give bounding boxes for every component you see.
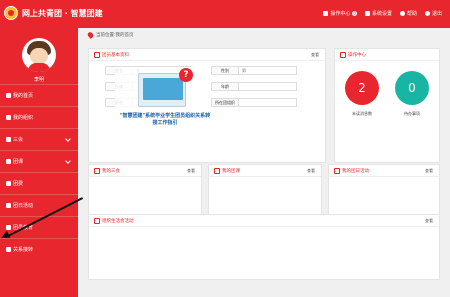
sidebar-item-label: 我的首页 <box>13 93 34 99</box>
home-icon <box>6 93 11 98</box>
field-label: 性别 <box>211 66 239 75</box>
sidebar-item-relation-transfer[interactable]: 关系接转 <box>0 238 78 260</box>
book-icon <box>214 168 220 174</box>
sidebar-item-label: 团课 <box>13 159 24 165</box>
nav-system-settings[interactable]: 系统设置 <box>364 10 392 17</box>
todo-label: 待办事项 <box>404 111 420 116</box>
view-more-link[interactable]: 查看 <box>425 168 433 174</box>
username: 李明 <box>33 77 44 83</box>
panel-title: 操作中心 <box>348 53 366 58</box>
todo-stat[interactable]: 0 <box>395 71 429 105</box>
panel-title: 我的团日活动 <box>342 169 369 174</box>
member-info-panel: 团员基本资料 查看 姓名 李 性别 男 民族 年龄 职业 所在 <box>88 48 326 163</box>
sidebar-item-organization[interactable]: 我的组织 <box>0 106 78 128</box>
org-life-panel: 组织生活会活动 查看 <box>88 214 440 280</box>
gear-icon <box>364 11 370 16</box>
nav-logout[interactable]: 退出 <box>424 10 442 17</box>
field-label: 年龄 <box>211 82 239 91</box>
sidebar-item-team-class[interactable]: 团课 <box>0 150 78 172</box>
sidebar-item-home[interactable]: 我的首页 <box>0 84 78 106</box>
breadcrumb: 当前位置:我的首页 <box>86 31 134 39</box>
top-nav: 操作中心 0 系统设置 帮助 退出 <box>323 10 442 17</box>
sidebar-item-label: 团日活动 <box>13 203 34 209</box>
view-more-link[interactable]: 查看 <box>425 218 433 224</box>
nav-system-settings-label: 系统设置 <box>371 11 392 17</box>
view-more-link[interactable]: 查看 <box>311 52 319 58</box>
id-card-icon <box>94 52 100 58</box>
guide-overlay[interactable]: "智慧团建"系统毕业学生团员组织关系转接工作指引 <box>115 67 211 143</box>
flag-icon <box>6 203 11 208</box>
power-icon <box>424 11 430 16</box>
league-logo-icon <box>4 6 18 20</box>
graduation-cap-icon <box>6 225 11 230</box>
money-icon <box>6 181 11 186</box>
calendar-icon <box>94 168 100 174</box>
sidebar-item-label: 团费 <box>13 181 24 187</box>
sidebar-item-fees[interactable]: 团费 <box>0 172 78 194</box>
view-more-link[interactable]: 查看 <box>307 168 315 174</box>
main-content: 当前位置:我的首页 团员基本资料 查看 姓名 李 性别 男 民族 年龄 <box>78 28 450 297</box>
sidebar-item-three-meetings[interactable]: 三会 <box>0 128 78 150</box>
field-value: 男 <box>239 66 297 75</box>
chevron-down-icon <box>65 136 71 142</box>
top-bar: 网上共青团 · 智慧团建 操作中心 0 系统设置 帮助 退出 <box>0 0 450 28</box>
location-pin-icon <box>86 31 95 39</box>
panel-title: 我的三会 <box>102 169 120 174</box>
field-label: 所在团组织 <box>211 98 239 107</box>
nav-help[interactable]: 帮助 <box>399 10 417 17</box>
sidebar: 李明 我的首页 我的组织 三会 团课 团费 团日活动 关系接转 <box>0 28 78 297</box>
panel-title: 团员基本资料 <box>102 53 129 58</box>
guide-title: "智慧团建"系统毕业学生团员组织关系转接工作指引 <box>119 113 211 126</box>
flag-icon <box>334 168 340 174</box>
operation-center-panel: 操作中心 2 未读消息数 0 待办事项 <box>334 48 440 163</box>
view-more-link[interactable]: 查看 <box>187 168 195 174</box>
calendar-icon <box>6 137 11 142</box>
brand-title: 网上共青团 · 智慧团建 <box>22 9 103 18</box>
nav-operation-center[interactable]: 操作中心 0 <box>323 10 357 17</box>
nav-help-label: 帮助 <box>406 11 417 17</box>
panel-title: 我的团课 <box>222 169 240 174</box>
field-value <box>239 98 297 107</box>
avatar[interactable] <box>22 38 56 72</box>
field-value <box>239 82 297 91</box>
panel-title: 组织生活会活动 <box>102 219 134 224</box>
guide-illustration-icon <box>138 68 193 107</box>
org-icon <box>6 115 11 120</box>
help-icon <box>399 11 405 16</box>
breadcrumb-text: 当前位置:我的首页 <box>96 33 134 38</box>
sidebar-item-label: 关系接转 <box>13 247 34 253</box>
transfer-icon <box>6 247 11 252</box>
sidebar-item-label: 三会 <box>13 137 24 143</box>
monitor-icon <box>340 52 346 58</box>
book-icon <box>6 159 11 164</box>
unread-messages-stat[interactable]: 2 <box>345 71 379 105</box>
chevron-down-icon <box>65 158 71 164</box>
unread-messages-label: 未读消息数 <box>352 111 372 116</box>
nav-operation-center-label: 操作中心 <box>330 11 351 17</box>
meeting-icon <box>94 218 100 224</box>
notification-badge: 0 <box>352 11 357 16</box>
mail-icon <box>323 11 329 16</box>
nav-logout-label: 退出 <box>431 11 442 17</box>
sidebar-item-label: 我的组织 <box>13 115 34 121</box>
